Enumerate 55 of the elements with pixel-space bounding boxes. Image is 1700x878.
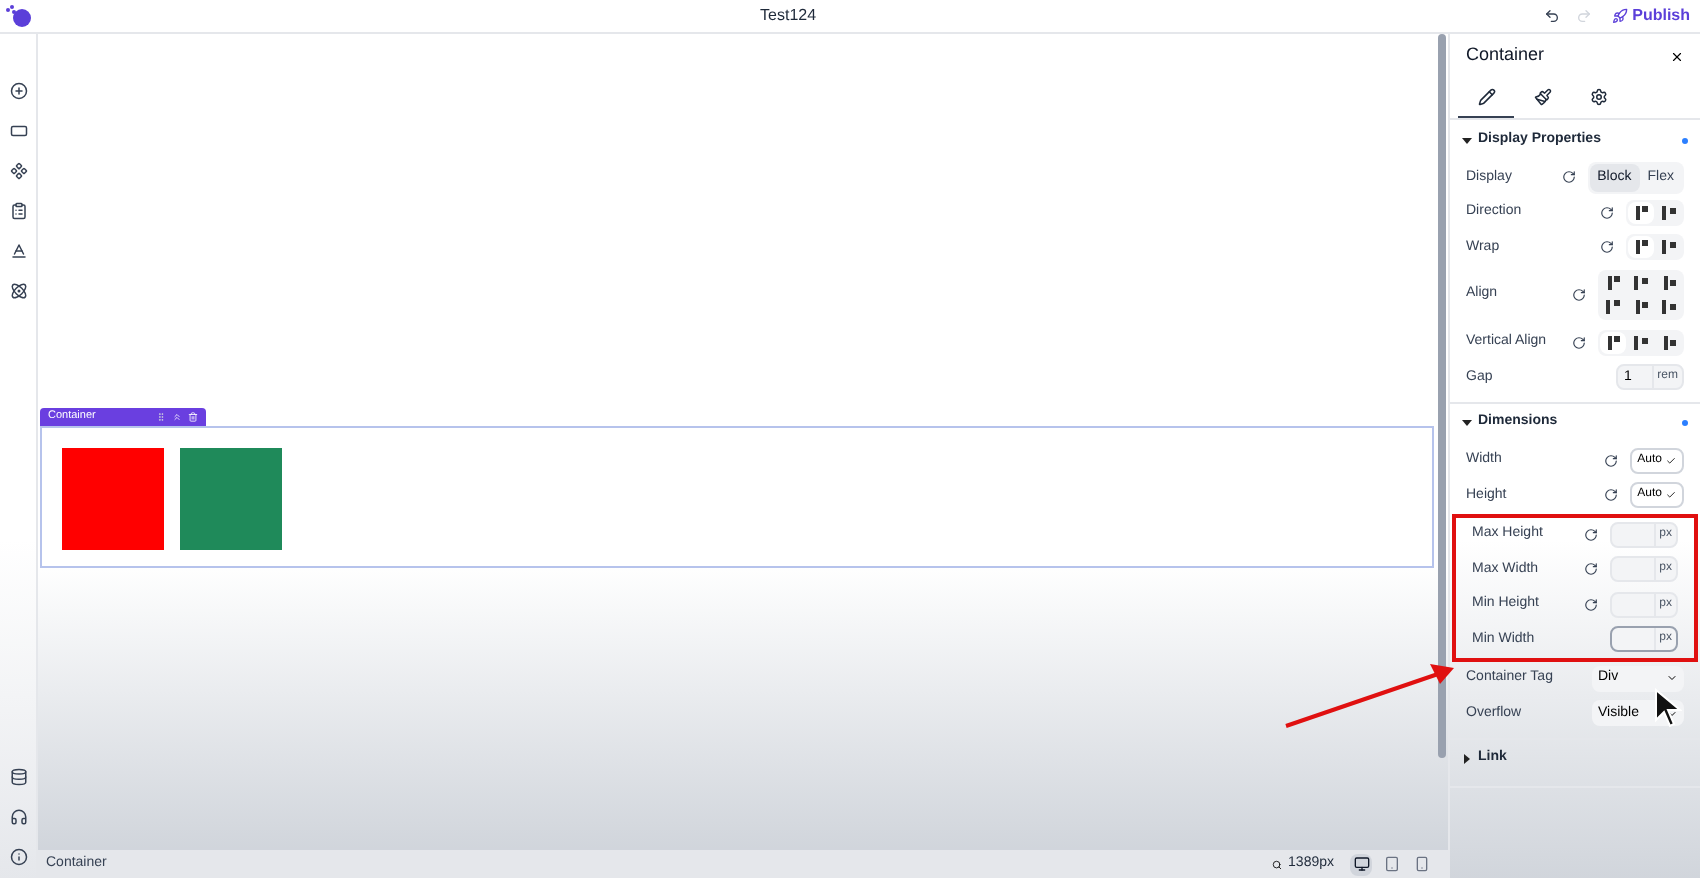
- rectangle-icon[interactable]: [9, 122, 27, 140]
- reset-icon[interactable]: [1584, 562, 1598, 577]
- brush-icon: [1533, 87, 1551, 105]
- option-button[interactable]: [1628, 201, 1654, 224]
- option-button[interactable]: [1656, 236, 1682, 259]
- select-parent-icon[interactable]: [172, 412, 182, 422]
- undo-icon[interactable]: [1544, 8, 1561, 24]
- check-icon: [1666, 455, 1676, 466]
- delete-icon[interactable]: [188, 412, 198, 422]
- disclosure-icon: [1462, 754, 1472, 764]
- reset-icon[interactable]: [1603, 488, 1618, 503]
- publish-button[interactable]: Publish: [1612, 4, 1690, 28]
- headphones-icon[interactable]: [9, 808, 27, 826]
- close-icon[interactable]: [1670, 49, 1684, 63]
- reset-icon[interactable]: [1584, 527, 1598, 542]
- reset-icon[interactable]: [1584, 597, 1598, 612]
- chevron-icon: [1666, 672, 1678, 685]
- search-icon[interactable]: [1272, 859, 1283, 869]
- option-button[interactable]: [1600, 331, 1626, 354]
- clipboard-icon[interactable]: [9, 202, 27, 220]
- logo-icon: [4, 4, 32, 28]
- option-button[interactable]: [1628, 331, 1654, 354]
- reset-icon[interactable]: [1600, 205, 1614, 220]
- option-button[interactable]: [1656, 296, 1682, 318]
- reset-icon[interactable]: [1603, 453, 1618, 468]
- disclosure-icon: [1462, 135, 1472, 145]
- pencil-icon: [1477, 87, 1495, 105]
- option-button[interactable]: [1628, 272, 1654, 294]
- add-icon[interactable]: [9, 82, 27, 100]
- scrollbar-thumb[interactable]: [1438, 34, 1446, 758]
- container-frame[interactable]: [40, 426, 1434, 568]
- option-button[interactable]: [1628, 236, 1654, 259]
- reset-icon[interactable]: [1600, 240, 1614, 255]
- info-icon[interactable]: [9, 848, 27, 866]
- colored-square[interactable]: [180, 448, 282, 550]
- reset-icon[interactable]: [1572, 288, 1586, 302]
- reset-icon[interactable]: [1572, 335, 1586, 350]
- database-icon[interactable]: [9, 768, 27, 786]
- atom-icon[interactable]: [9, 282, 27, 300]
- disclosure-icon: [1462, 418, 1472, 428]
- text-icon[interactable]: [9, 242, 27, 260]
- tablet-icon[interactable]: [1380, 853, 1402, 875]
- rocket-icon: [1612, 8, 1629, 24]
- option-button[interactable]: [1656, 201, 1682, 224]
- desktop-icon[interactable]: [1350, 853, 1372, 875]
- panel-title: Container: [1466, 42, 1547, 69]
- components-icon[interactable]: [9, 162, 27, 180]
- gear-icon: [1589, 87, 1607, 105]
- colored-square[interactable]: [62, 448, 164, 550]
- reset-icon[interactable]: [1561, 170, 1576, 185]
- check-icon: [1666, 490, 1676, 501]
- option-button[interactable]: [1600, 296, 1626, 318]
- page-title: Test124: [760, 6, 817, 24]
- cursor-icon: [1654, 688, 1682, 728]
- chevron-icon: [1666, 707, 1678, 720]
